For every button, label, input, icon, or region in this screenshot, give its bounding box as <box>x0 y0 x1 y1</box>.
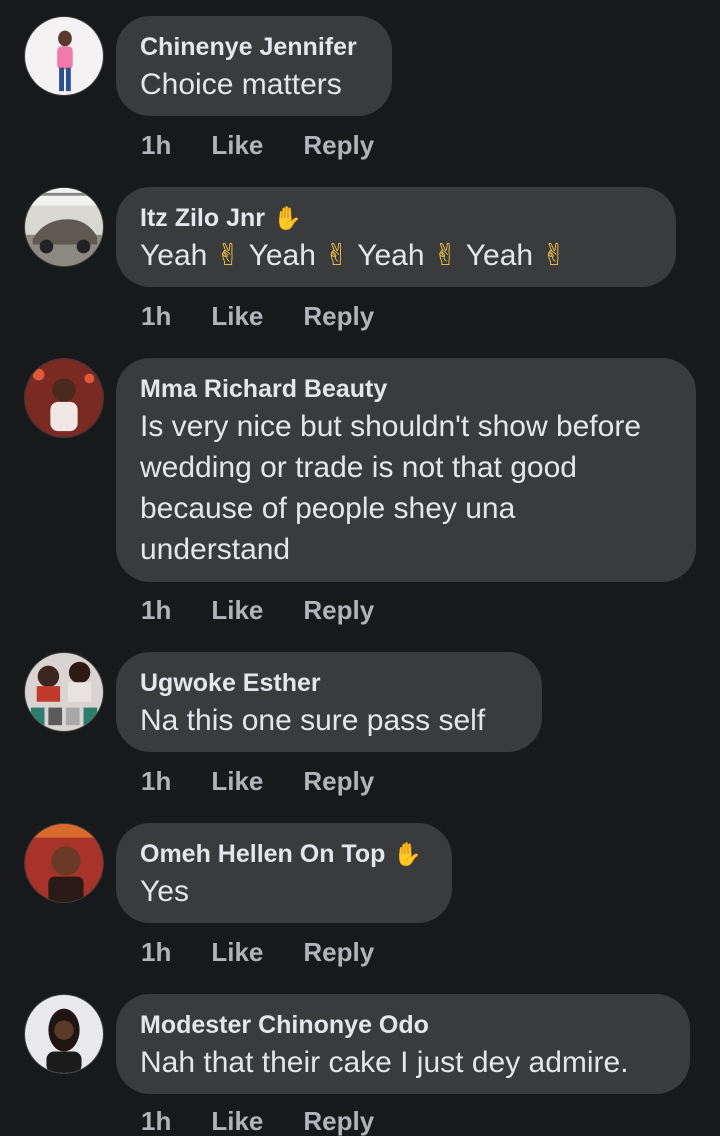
comment-author[interactable]: Mma Richard Beauty <box>140 372 672 406</box>
like-button[interactable]: Like <box>211 299 263 333</box>
comment-text-part: Yeah <box>357 239 425 272</box>
reply-button[interactable]: Reply <box>303 128 374 162</box>
comment-bubble[interactable]: Omeh Hellen On Top ✋ Yes <box>116 823 452 923</box>
comment-feed: Chinenye Jennifer Choice matters 1h Like… <box>0 0 720 1136</box>
reply-button[interactable]: Reply <box>303 764 374 798</box>
comment-text: Nah that their cake I just dey admire. <box>140 1046 629 1079</box>
comment-time[interactable]: 1h <box>141 593 171 627</box>
comment-author-row: Itz Zilo Jnr ✋ <box>140 201 652 235</box>
comment-actions: 1h Like Reply <box>141 1104 374 1136</box>
like-button[interactable]: Like <box>211 593 263 627</box>
comment-actions: 1h Like Reply <box>141 764 374 798</box>
peace-hand-icon: ✌ <box>324 239 350 272</box>
comment-text: Na this one sure pass self <box>140 704 486 737</box>
comment-text: Choice matters <box>140 68 342 101</box>
peace-hand-icon: ✌ <box>541 239 567 272</box>
comment-text-part: Yeah <box>140 239 208 272</box>
comment-actions: 1h Like Reply <box>141 935 374 969</box>
avatar[interactable] <box>24 187 104 267</box>
peace-hand-icon: ✌ <box>432 239 458 272</box>
comment-author[interactable]: Omeh Hellen On Top <box>140 837 385 871</box>
comment-text: Yeah ✌ Yeah ✌ Yeah ✌ Yeah ✌ <box>140 235 652 276</box>
avatar[interactable] <box>24 994 104 1074</box>
comment-actions: 1h Like Reply <box>141 593 374 627</box>
peace-hand-icon: ✌ <box>215 239 241 272</box>
comment-author[interactable]: Ugwoke Esther <box>140 666 518 700</box>
comment-time[interactable]: 1h <box>141 299 171 333</box>
comment-bubble[interactable]: Modester Chinonye Odo Nah that their cak… <box>116 994 690 1094</box>
comment-actions: 1h Like Reply <box>141 128 374 162</box>
avatar[interactable] <box>24 823 104 903</box>
comment-time[interactable]: 1h <box>141 128 171 162</box>
comment-time[interactable]: 1h <box>141 1104 171 1136</box>
like-button[interactable]: Like <box>211 1104 263 1136</box>
reply-button[interactable]: Reply <box>303 1104 374 1136</box>
like-button[interactable]: Like <box>211 128 263 162</box>
comment-time[interactable]: 1h <box>141 935 171 969</box>
wave-icon: ✋ <box>273 205 302 231</box>
comment-time[interactable]: 1h <box>141 764 171 798</box>
comment-actions: 1h Like Reply <box>141 299 374 333</box>
comment-bubble[interactable]: Ugwoke Esther Na this one sure pass self <box>116 652 542 752</box>
avatar[interactable] <box>24 652 104 732</box>
comment-bubble[interactable]: Chinenye Jennifer Choice matters <box>116 16 392 116</box>
reply-button[interactable]: Reply <box>303 593 374 627</box>
like-button[interactable]: Like <box>211 935 263 969</box>
reply-button[interactable]: Reply <box>303 299 374 333</box>
comment-author[interactable]: Chinenye Jennifer <box>140 30 368 64</box>
comment-text: Is very nice but shouldn't show before w… <box>140 410 642 566</box>
wave-icon: ✋ <box>393 841 423 867</box>
comment-text-part: Yeah <box>248 239 316 272</box>
comment-bubble[interactable]: Mma Richard Beauty Is very nice but shou… <box>116 358 696 582</box>
avatar[interactable] <box>24 16 104 96</box>
comment-author-row: Omeh Hellen On Top ✋ <box>140 837 428 871</box>
like-button[interactable]: Like <box>211 764 263 798</box>
comment-text-part: Yeah <box>465 239 534 272</box>
avatar[interactable] <box>24 358 104 438</box>
comment-author[interactable]: Itz Zilo Jnr <box>140 201 265 235</box>
reply-button[interactable]: Reply <box>303 935 374 969</box>
comment-text: Yes <box>140 875 189 908</box>
comment-author[interactable]: Modester Chinonye Odo <box>140 1008 666 1042</box>
comment-bubble[interactable]: Itz Zilo Jnr ✋ Yeah ✌ Yeah ✌ Yeah ✌ Yeah… <box>116 187 676 287</box>
